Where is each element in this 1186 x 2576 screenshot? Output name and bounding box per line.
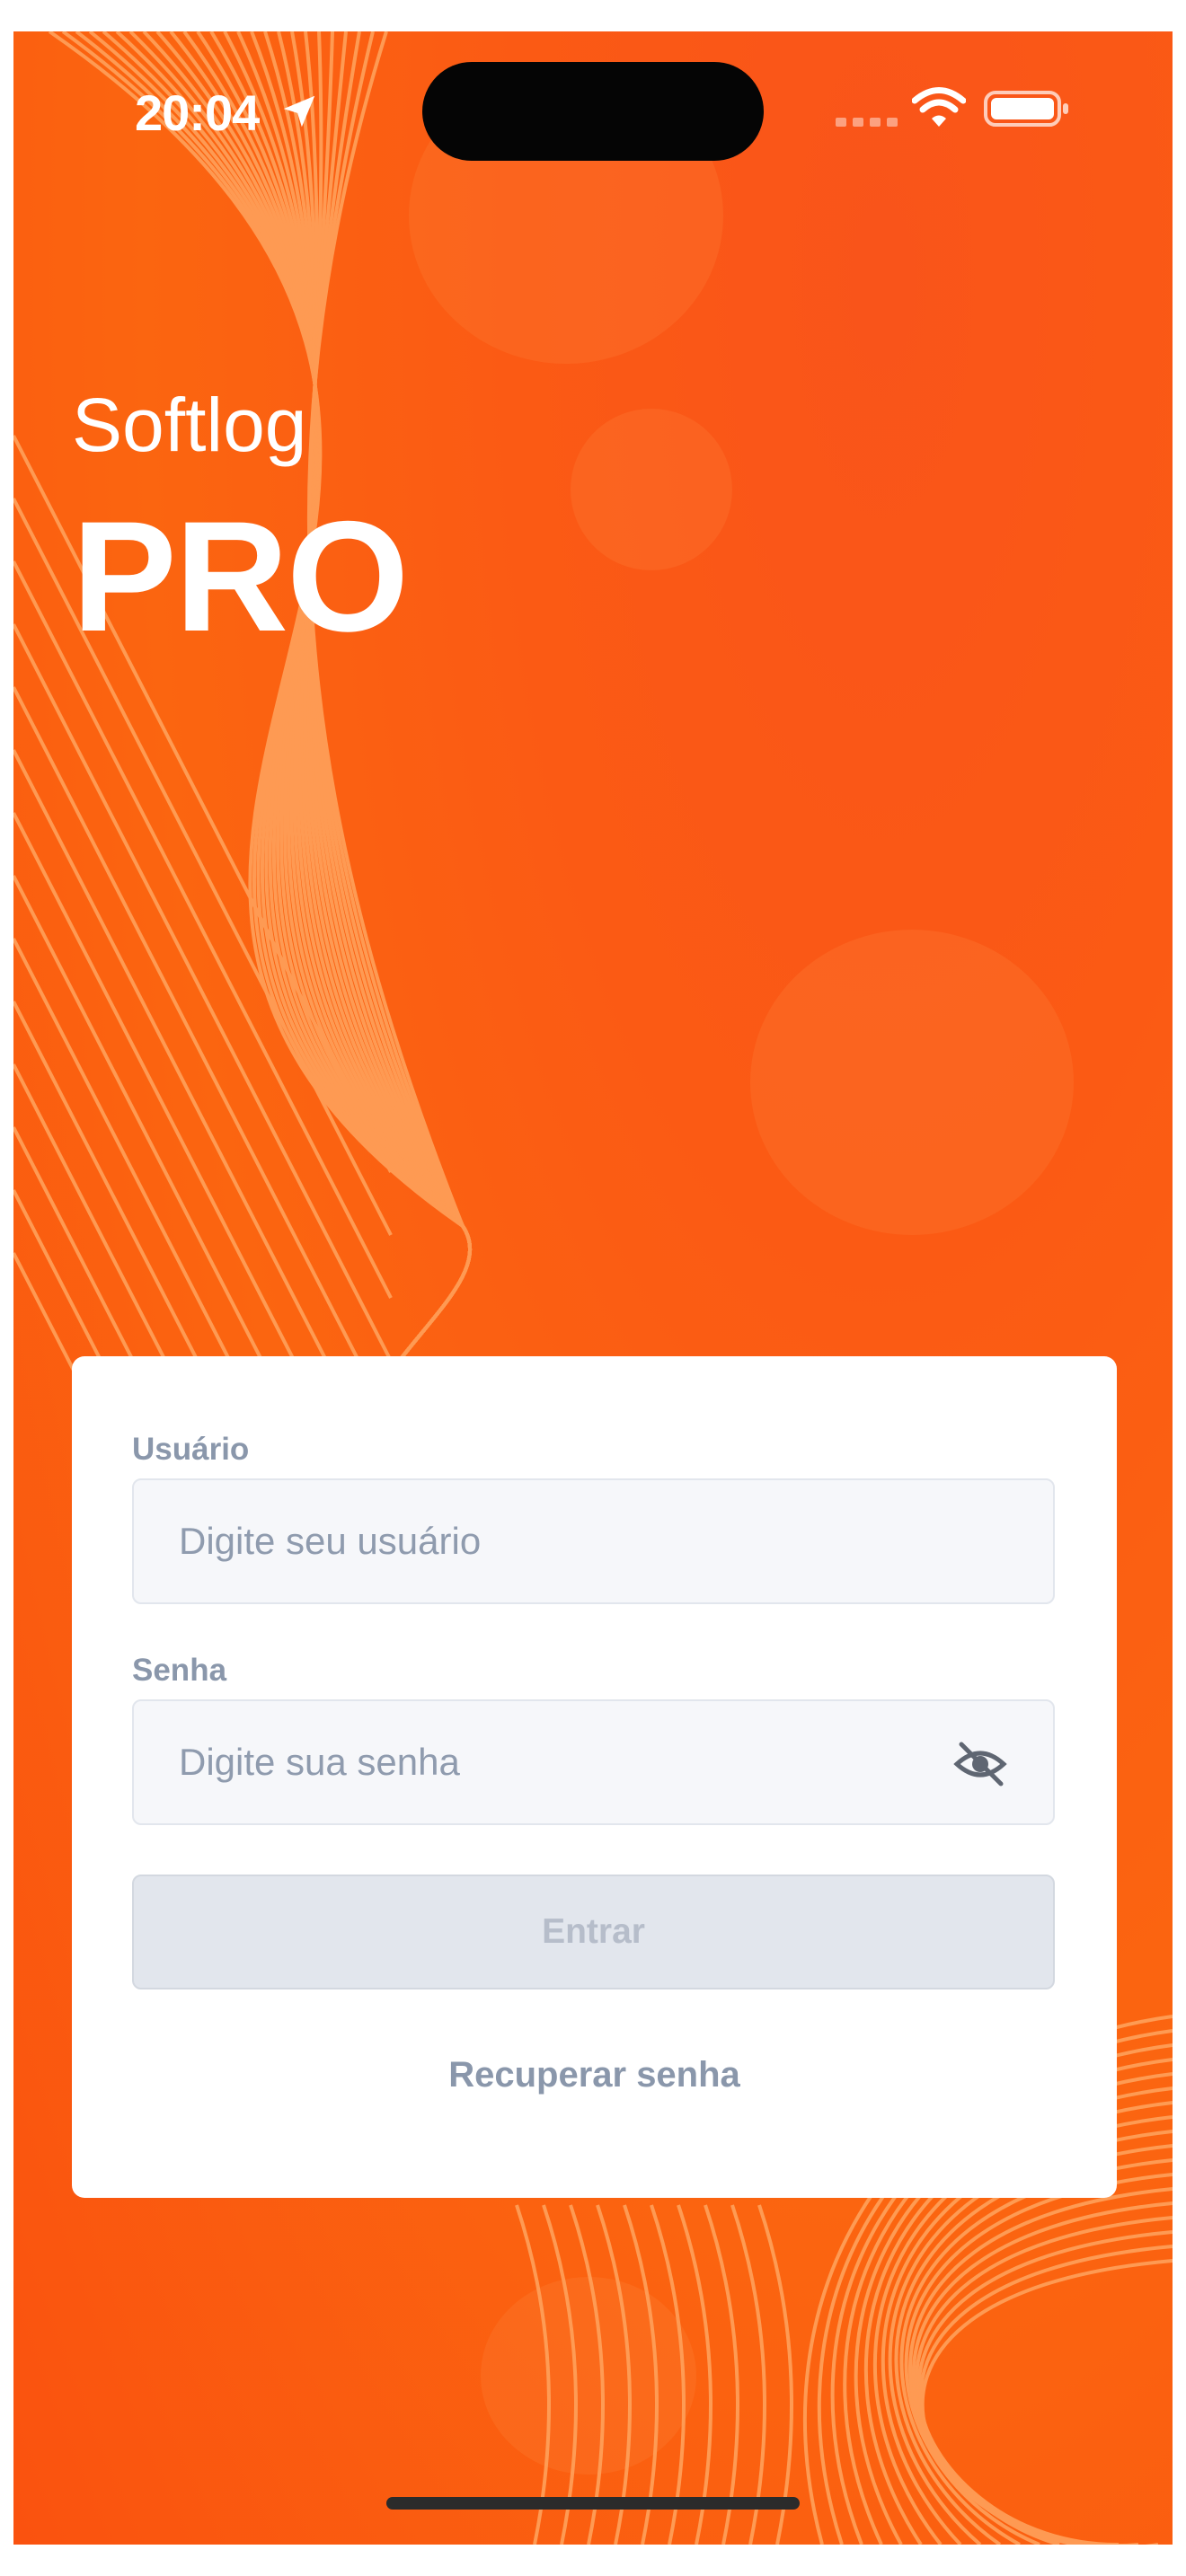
status-time: 20:04 [135,84,260,141]
wave-line [515,2204,551,2545]
recover-password-link[interactable]: Recuperar senha [72,2055,1117,2095]
app-screen: 20:04 Softlog PRO Usuário Digite seu usu… [13,31,1173,2545]
status-bar: 20:04 [13,31,1173,175]
password-field-label: Senha [132,1653,227,1688]
wave-line [209,31,472,1434]
brand-name-large: PRO [72,490,409,665]
user-input[interactable]: Digite seu usuário [132,1478,1055,1604]
battery-icon [984,91,1068,127]
user-input-placeholder: Digite seu usuário [179,1520,482,1562]
wave-line [907,2187,1173,2545]
home-indicator [386,2497,800,2510]
password-input[interactable]: Digite sua senha [132,1699,1055,1825]
login-button[interactable]: Entrar [132,1875,1055,1989]
password-input-placeholder: Digite sua senha [179,1741,460,1783]
wave-line [306,31,472,1434]
wave-line [911,2201,1173,2545]
wave-line [48,31,472,1434]
dynamic-island [422,62,764,161]
brand-name-small: Softlog [72,383,307,467]
eye-slash-icon[interactable] [952,1739,1008,1789]
wifi-icon [912,87,966,127]
user-field-label: Usuário [132,1432,250,1467]
login-card: Usuário Digite seu usuário Senha Digite … [72,1356,1117,2198]
location-arrow-icon [283,95,315,128]
cellular-signal-icon [836,118,898,127]
